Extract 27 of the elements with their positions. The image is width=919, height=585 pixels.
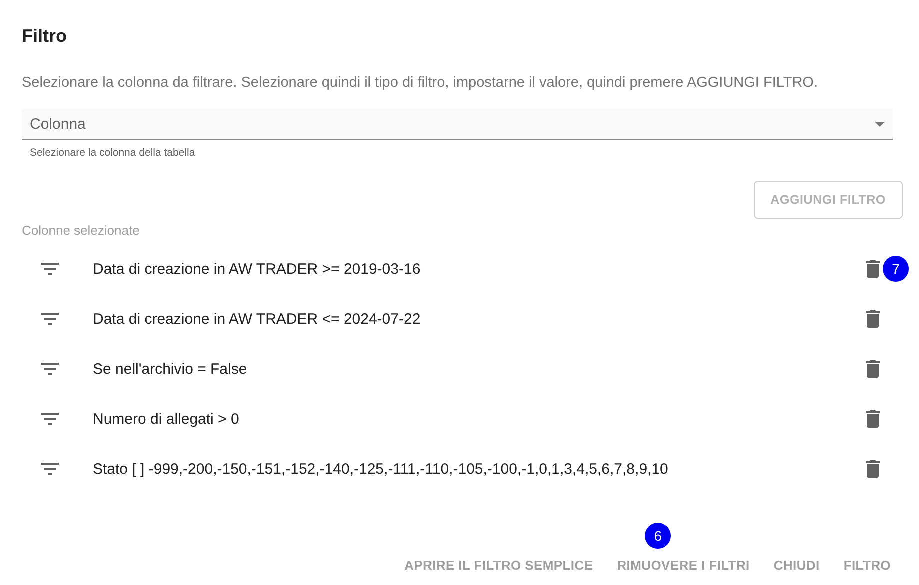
delete-icon[interactable] <box>866 410 880 428</box>
footer-button[interactable]: FILTRO <box>832 552 903 579</box>
footer-button[interactable]: RIMUOVERE I FILTRI <box>605 552 762 579</box>
column-select[interactable]: Colonna <box>22 109 893 140</box>
caret-icon <box>875 122 885 126</box>
filter-text: Data di creazione in AW TRADER >= 2019-03-16 <box>93 260 422 278</box>
section-label: Colonne selezionate <box>22 223 141 238</box>
filter-text: Se nell'archivio = False <box>93 360 248 378</box>
filter-icon <box>41 313 59 325</box>
footer-button[interactable]: CHIUDI <box>762 552 832 579</box>
footer-button[interactable]: APRIRE IL FILTRO SEMPLICE <box>392 552 606 579</box>
delete-icon[interactable] <box>866 460 880 478</box>
dialog-title: Filtro <box>22 26 68 47</box>
number-badge: 6 <box>645 523 672 549</box>
delete-icon[interactable] <box>866 260 880 278</box>
filter-text: Data di creazione in AW TRADER <= 2024-07-22 <box>93 310 422 328</box>
field-hint: Selezionare la colonna della tabella <box>29 146 196 159</box>
instructions-text: Selezionare la colonna da filtrare. Selezionare quindi il tipo di filtro, impostarne il valore, quindi premere AGGIUNGI FILTRO. <box>22 75 819 91</box>
number-badge: 7 <box>883 256 909 282</box>
filter-icon <box>41 263 59 275</box>
filter-text: Numero di allegati > 0 <box>93 410 240 428</box>
delete-icon[interactable] <box>866 310 880 328</box>
filter-icon <box>41 463 59 475</box>
filter-icon <box>41 363 59 375</box>
delete-icon[interactable] <box>866 360 880 378</box>
filter-text: Stato [ ] -999,-200,-150,-151,-152,-140,-125,-111,-110,-105,-100,-1,0,1,3,4,5,6,7,8,9,10 <box>93 460 670 478</box>
filter-icon <box>41 413 59 425</box>
